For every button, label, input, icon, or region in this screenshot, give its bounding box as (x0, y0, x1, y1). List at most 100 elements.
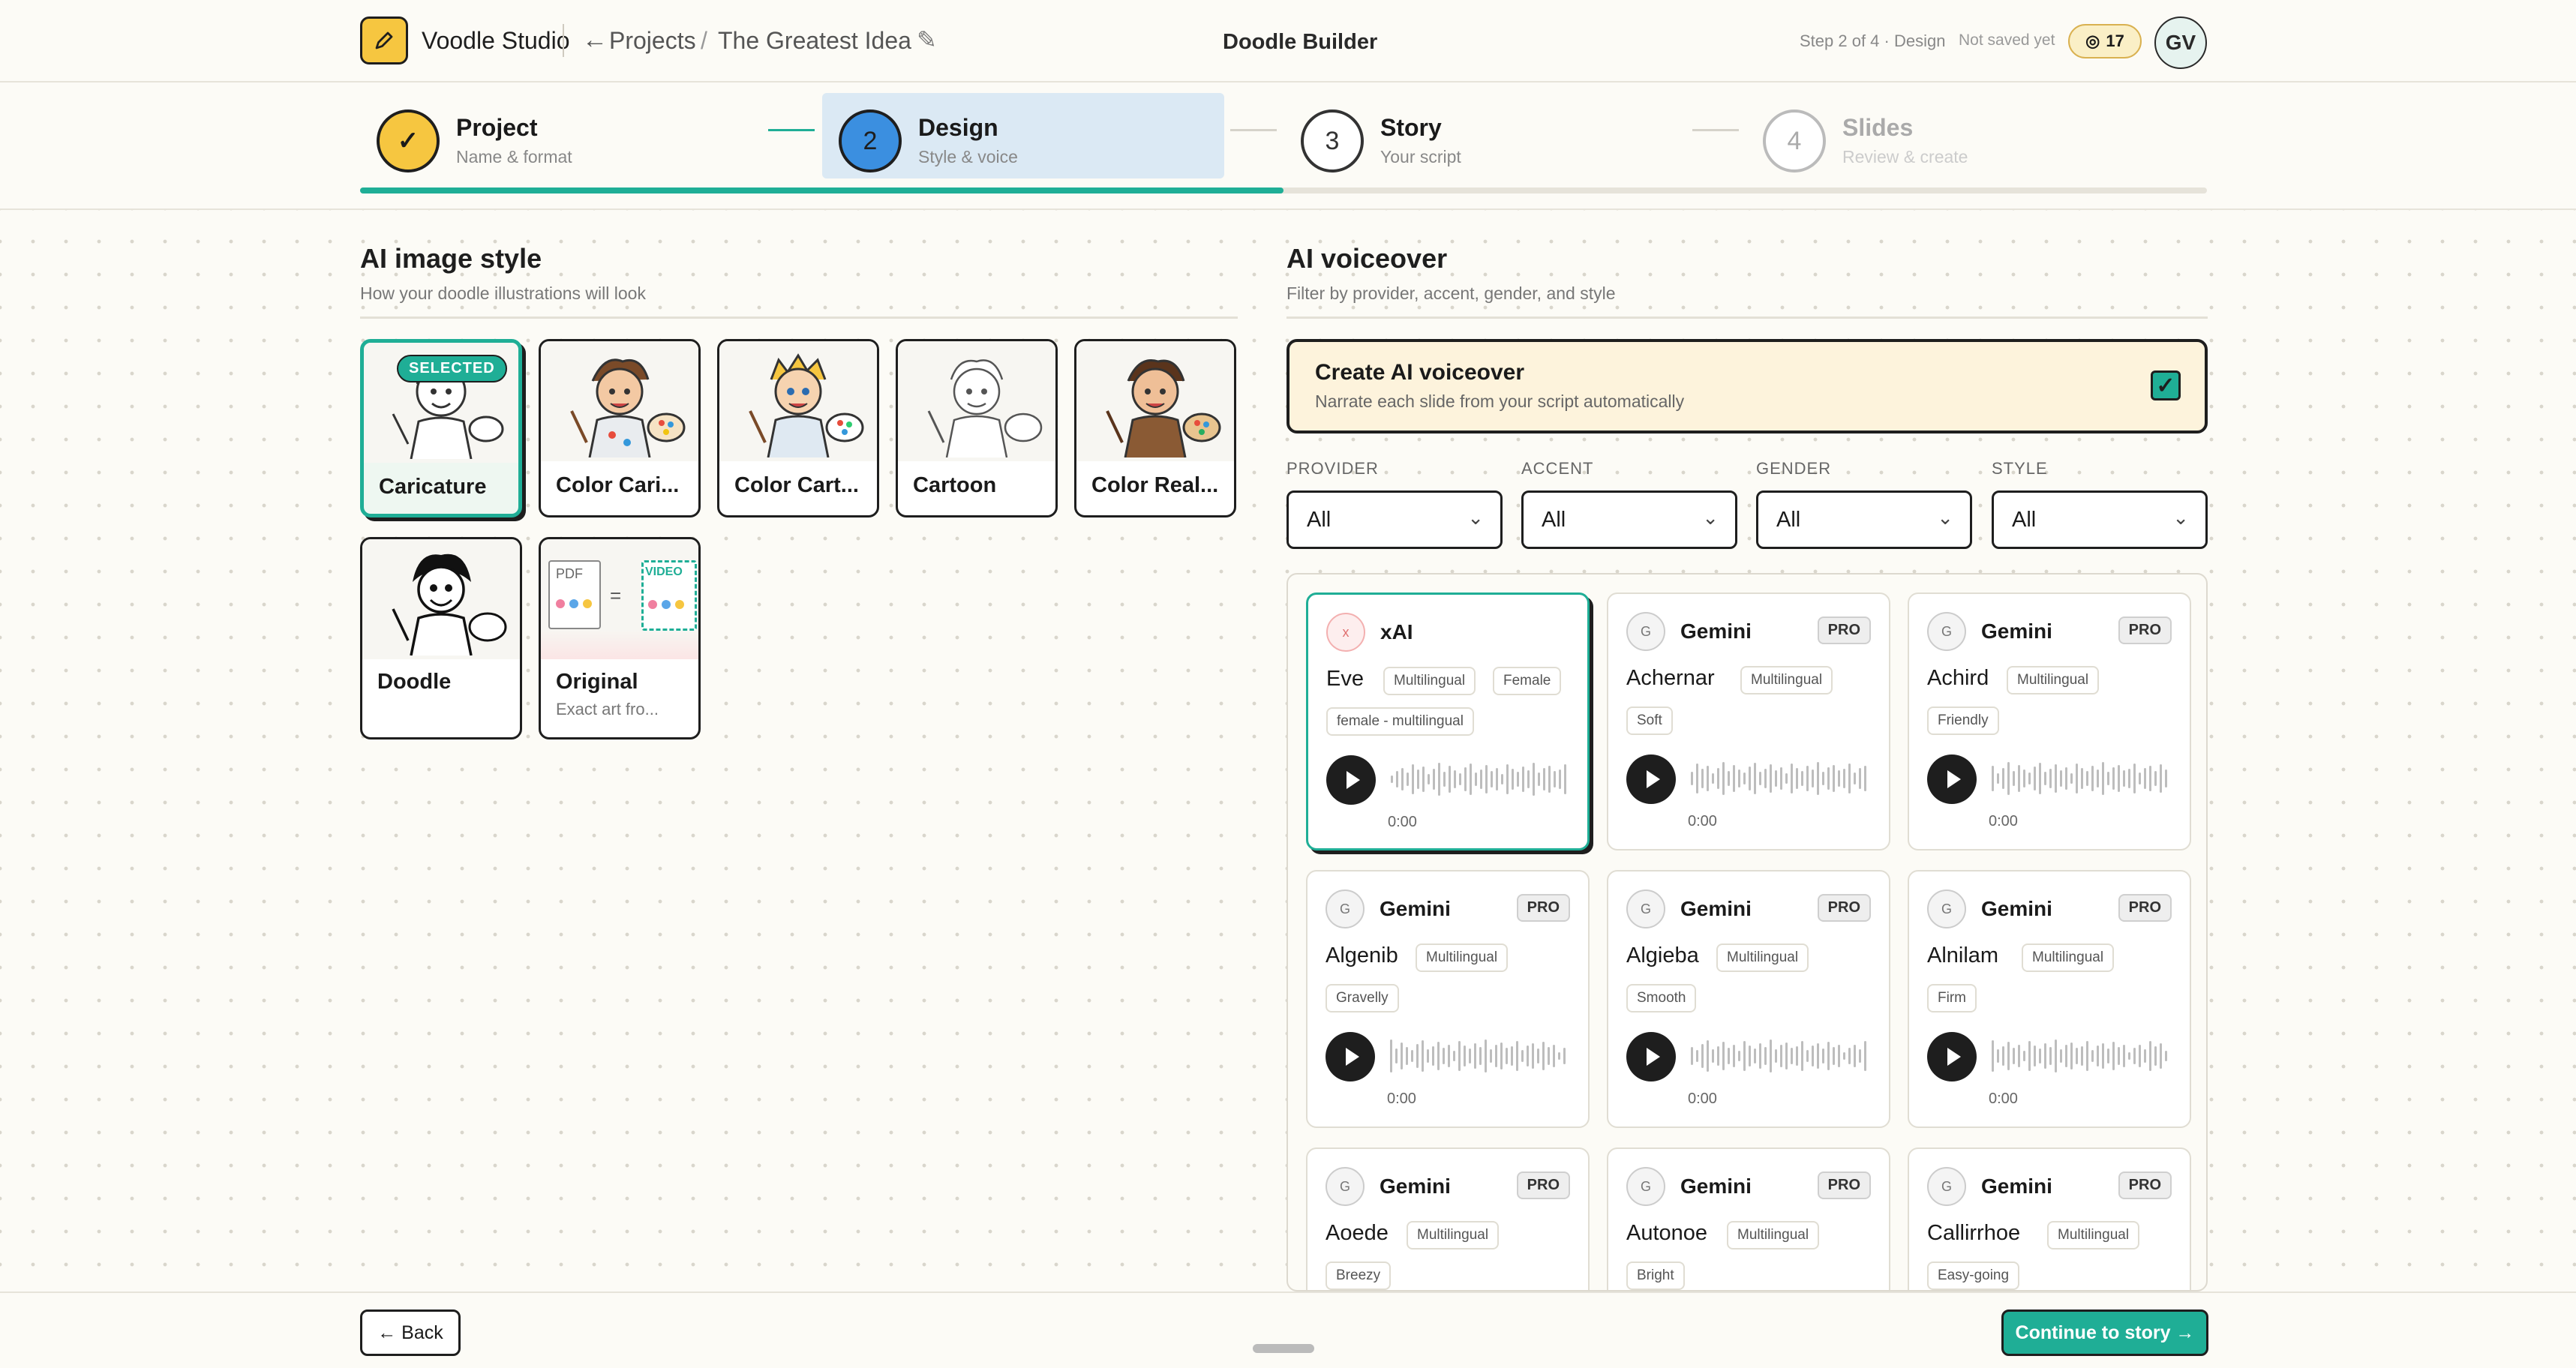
pro-badge: PRO (1817, 1172, 1871, 1199)
audio-waveform[interactable] (1992, 752, 2173, 806)
credits-badge[interactable]: ◎ 17 (2068, 24, 2142, 58)
step-number: 3 (1301, 110, 1364, 172)
voice-name: Autonoe (1626, 1221, 1708, 1245)
select-value: All (1542, 508, 1566, 532)
style-label: Caricature (379, 475, 487, 499)
equals-sign: = (610, 584, 622, 607)
stepper-progress-fill (360, 188, 1283, 194)
brand-name[interactable]: Voodle Studio (422, 27, 570, 55)
voiceover-title: AI voiceover (1286, 243, 1448, 274)
section-divider (1286, 316, 2208, 319)
step-label: Design (918, 114, 998, 141)
gender-filter-select[interactable]: All ⌄ (1756, 490, 1972, 549)
voice-card-callirrhoe[interactable]: G Gemini PRO Callirrhoe Multilingual Easy-goi… (1908, 1148, 2191, 1290)
provider-logo-icon: G (1927, 612, 1966, 651)
voiceover-checkbox[interactable]: ✓ (2151, 370, 2181, 400)
style-card-cartoon[interactable]: Cartoon (896, 339, 1058, 518)
breadcrumb-projects-link[interactable]: Projects (609, 27, 696, 55)
step-sub: Name & format (456, 147, 572, 166)
voice-card-algenib[interactable]: G Gemini PRO Algenib Multilingual Gravelly 0:0… (1306, 870, 1590, 1128)
voice-tag: Firm (1927, 984, 1977, 1012)
style-card-color-caricature[interactable]: Color Cari... (539, 339, 701, 518)
breadcrumb-separator: / (701, 27, 707, 54)
color-caricature-preview-image (541, 341, 698, 461)
provider-logo-icon: G (1626, 612, 1665, 651)
audio-waveform[interactable] (1390, 1029, 1572, 1083)
voice-provider: Gemini (1680, 1174, 1752, 1198)
color-realistic-preview-image (1076, 341, 1234, 461)
select-value: All (1776, 508, 1801, 532)
voice-tag: Multilingual (1407, 1221, 1500, 1250)
step-label: Story (1380, 114, 1442, 141)
step-project[interactable]: ✓ Project Name & format (360, 93, 765, 178)
voice-tag: female - multilingual (1326, 707, 1474, 736)
user-avatar[interactable]: GV (2154, 16, 2207, 69)
step-done-check-icon: ✓ (377, 110, 440, 172)
style-label: Color Cart... (734, 473, 859, 497)
voiceover-subtitle: Filter by provider, accent, gender, and … (1286, 284, 1616, 303)
provider-filter-select[interactable]: All ⌄ (1286, 490, 1503, 549)
style-card-caricature[interactable]: SELECTED Caricature (360, 339, 522, 518)
audio-waveform[interactable] (1992, 1029, 2173, 1083)
selected-badge: SELECTED (397, 355, 507, 382)
step-design[interactable]: 2 Design Style & voice (822, 93, 1224, 178)
select-value: All (2012, 508, 2037, 532)
gender-filter-label: GENDER (1756, 459, 1832, 478)
back-button[interactable]: ← Back (360, 1310, 461, 1356)
original-preview-image: PDF = VIDEO (541, 539, 698, 659)
section-divider (360, 316, 1238, 319)
edit-title-pencil-icon[interactable]: ✎ (917, 26, 937, 54)
pro-badge: PRO (2118, 894, 2172, 922)
voice-name: Alnilam (1927, 944, 1999, 968)
audio-waveform[interactable] (1691, 1029, 1872, 1083)
voice-card-aoede[interactable]: GGeminiPROAoedeMultilingualBreezy0:00 (1306, 1148, 1590, 1290)
style-label: Original (556, 670, 638, 694)
audio-waveform[interactable] (1391, 752, 1572, 806)
voice-provider: Gemini (1380, 1174, 1451, 1198)
play-icon[interactable] (1626, 1032, 1676, 1082)
step-story[interactable]: 3 Story Your script (1284, 93, 1689, 178)
voice-provider: Gemini (1680, 897, 1752, 920)
style-card-original[interactable]: PDF = VIDEO Original Exact art fro... (539, 537, 701, 740)
create-voiceover-toggle[interactable]: Create AI voiceover Narrate each slide f… (1286, 339, 2208, 434)
voice-card-achird[interactable]: G Gemini PRO Achird Multilingual Friendly 0:00 (1908, 592, 2191, 850)
voice-card-achernar[interactable]: G Gemini PRO Achernar Multilingual Soft 0:00 (1607, 592, 1890, 850)
play-icon[interactable] (1927, 754, 1977, 804)
voice-tag: Smooth (1626, 984, 1697, 1012)
voice-name: Algenib (1326, 944, 1398, 968)
voice-card-eve[interactable]: x xAI Eve Multilingual Female female - multil… (1306, 592, 1590, 850)
app-logo-pencil-icon[interactable] (360, 16, 408, 64)
voice-card-algieba[interactable]: G Gemini PRO Algieba Multilingual Smooth 0:00 (1607, 870, 1890, 1128)
audio-time: 0:00 (1387, 1090, 1416, 1107)
project-title: The Greatest Idea (718, 27, 911, 54)
pdf-document-icon: PDF (548, 560, 601, 629)
voice-card-alnilam[interactable]: G Gemini PRO Alnilam Multilingual Firm 0:00 (1908, 870, 2191, 1128)
provider-logo-icon: G (1626, 1167, 1665, 1206)
cartoon-preview-image (898, 341, 1055, 461)
play-icon[interactable] (1927, 1032, 1977, 1082)
step-number: 4 (1763, 110, 1826, 172)
footer-bar: ← Back Continue to story → (0, 1292, 2576, 1368)
continue-to-story-button[interactable]: Continue to story → (2001, 1310, 2208, 1356)
audio-time: 0:00 (1388, 814, 1417, 830)
play-icon[interactable] (1326, 1032, 1375, 1082)
play-icon[interactable] (1326, 755, 1376, 805)
chevron-down-icon: ⌄ (1702, 506, 1719, 529)
style-filter-select[interactable]: All ⌄ (1992, 490, 2208, 549)
style-card-color-realistic[interactable]: Color Real... (1074, 339, 1236, 518)
provider-logo-icon: x (1326, 613, 1365, 652)
audio-waveform[interactable] (1691, 752, 1872, 806)
back-arrow-icon[interactable]: ← (582, 26, 608, 55)
voice-tag: Female (1493, 667, 1562, 695)
image-style-subtitle: How your doodle illustrations will look (360, 284, 646, 303)
accent-filter-select[interactable]: All ⌄ (1521, 490, 1737, 549)
style-card-color-cartoon[interactable]: Color Cart... (717, 339, 879, 518)
voice-card-autonoe[interactable]: GGeminiPROAutonoeMultilingualBright0:00 (1607, 1148, 1890, 1290)
style-card-doodle[interactable]: Doodle (360, 537, 522, 740)
resize-handle[interactable] (1253, 1344, 1314, 1353)
play-icon[interactable] (1626, 754, 1676, 804)
voice-provider: Gemini (1981, 897, 2052, 920)
audio-time: 0:00 (1688, 1090, 1717, 1107)
checkmark-icon: ✓ (2156, 373, 2175, 398)
voice-list-panel[interactable]: x xAI Eve Multilingual Female female - multil… (1286, 573, 2208, 1292)
